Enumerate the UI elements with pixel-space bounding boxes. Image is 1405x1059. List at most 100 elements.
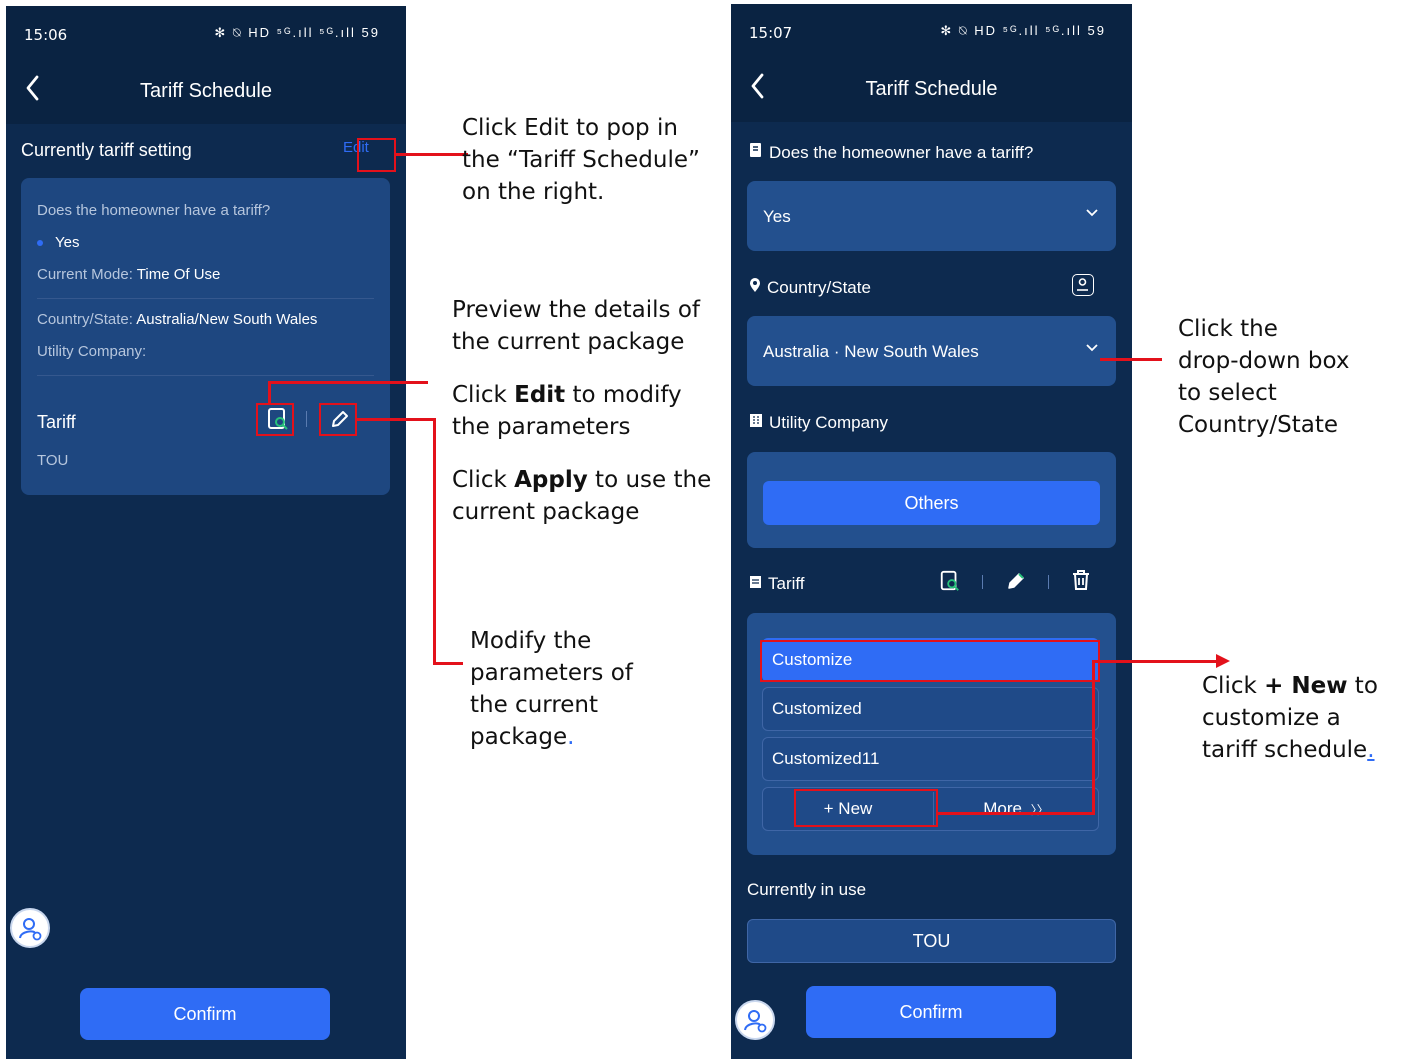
tariff-list-card: Customize Customized Customized11 + New … — [747, 613, 1116, 855]
status-time: 15:07 — [749, 24, 793, 42]
annotation-dropdown: Click the drop-down box to select Countr… — [1178, 313, 1349, 441]
question-text: Does the homeowner have a tariff? — [37, 202, 271, 219]
tariff-list-item-customized[interactable]: Customized — [762, 687, 1099, 731]
status-icons: ✻ ⍉ HD ⁵ᴳ.ıll ⁵ᴳ.ıll 59 — [214, 25, 380, 40]
icon-separator — [1048, 575, 1049, 589]
country-label: Country/State — [767, 277, 871, 297]
arrow-head — [1216, 654, 1230, 668]
annotation-line: current package — [452, 499, 640, 525]
current-mode-value: Time Of Use — [136, 266, 221, 283]
pencil-icon — [332, 411, 348, 427]
chevron-down-icon — [1086, 344, 1098, 352]
annotation-text: Click — [452, 382, 515, 408]
double-chevron-right-icon: 〉〉 — [1030, 803, 1049, 817]
annotation-text: . — [567, 724, 575, 750]
icon-separator — [982, 575, 983, 589]
tariff-label: Tariff — [37, 412, 76, 432]
annotation-bold: + New — [1264, 673, 1348, 699]
annotation-text: to — [1347, 673, 1378, 699]
user-gear-icon — [744, 1010, 767, 1033]
annotation-line: drop-down box — [1178, 348, 1350, 374]
answer-row: Yes — [37, 234, 79, 251]
preview-icon — [940, 570, 959, 591]
building-icon — [749, 413, 763, 433]
annotation-line: tariff schedule. — [1202, 734, 1378, 766]
question-label: Does the homeowner have a tariff? — [749, 142, 1033, 163]
utility-label-row: Utility Company — [749, 413, 888, 433]
annotation-text: to use the — [587, 467, 712, 493]
annotation-line: to select — [1178, 380, 1277, 406]
section-title: Currently tariff setting — [21, 140, 192, 160]
annotation-line: Country/State — [1178, 412, 1339, 438]
country-value: Australia/New South Wales — [136, 311, 318, 328]
utility-label: Utility Company — [769, 413, 889, 432]
preview-icon — [268, 408, 288, 430]
chevron-down-icon — [1086, 209, 1098, 217]
annotation-bold: Edit — [514, 382, 566, 408]
annotation-line: the current package — [452, 329, 685, 355]
annotation-line: Click Apply to use the — [452, 464, 711, 496]
preview-button[interactable] — [266, 407, 290, 431]
country-label-row: Country/State — [749, 277, 871, 298]
locate-button[interactable] — [1072, 274, 1094, 296]
right-phone-screen: 15:07 ✻ ⍉ HD ⁵ᴳ.ıll ⁵ᴳ.ıll 59 Tariff Sch… — [731, 4, 1132, 1059]
divider — [37, 375, 374, 376]
preview-button[interactable] — [939, 570, 961, 592]
new-tariff-button[interactable]: + New — [763, 788, 933, 830]
connector-line — [433, 662, 463, 665]
tariff-list-item-customize[interactable]: Customize — [762, 638, 1099, 682]
edit-link[interactable]: Edit — [343, 139, 369, 156]
country-select[interactable]: Australia · New South Wales — [747, 316, 1116, 386]
annotation-text: . — [1367, 737, 1375, 763]
user-settings-avatar[interactable] — [10, 908, 50, 948]
edit-tariff-button[interactable] — [329, 408, 351, 430]
country-label: Country/State: — [37, 311, 133, 328]
select-value: Yes — [763, 207, 791, 226]
utility-label: Utility Company: — [37, 343, 147, 360]
country-row: Country/State: Australia/New South Wales — [37, 311, 317, 328]
left-phone-screen: 15:06 ✻ ⍉ HD ⁵ᴳ.ıll ⁵ᴳ.ıll 59 Tariff Sch… — [6, 6, 406, 1059]
tariff-answer-select[interactable]: Yes — [747, 181, 1116, 251]
annotation-text: to modify — [565, 382, 682, 408]
more-button[interactable]: More 〉〉 — [934, 788, 1098, 830]
location-pin-icon — [749, 277, 761, 298]
annotation-line: the current — [470, 692, 599, 718]
icon-separator — [306, 411, 307, 427]
annotation-line: Modify the — [470, 628, 592, 654]
pencil-icon — [1008, 573, 1024, 589]
tariff-list-item-customized11[interactable]: Customized11 — [762, 737, 1099, 781]
current-in-use-value: TOU — [747, 919, 1116, 963]
utility-others-button[interactable]: Others — [763, 481, 1100, 525]
status-bar: 15:07 ✻ ⍉ HD ⁵ᴳ.ıll ⁵ᴳ.ıll 59 — [731, 4, 1132, 52]
annotation-line: customize a — [1202, 705, 1341, 731]
annotation-bold: Apply — [514, 467, 588, 493]
annotation-line: the parameters — [452, 414, 631, 440]
annotation-edit-params: Click Edit to modify the parameters — [452, 379, 682, 443]
page-title: Tariff Schedule — [140, 80, 272, 102]
annotation-text: Click — [1202, 673, 1265, 699]
confirm-button[interactable]: Confirm — [80, 988, 330, 1040]
nav-bar: Tariff Schedule — [6, 54, 406, 124]
divider — [37, 298, 374, 299]
tariff-actions-row: + New More 〉〉 — [762, 787, 1099, 831]
trash-icon — [1073, 570, 1089, 590]
delete-tariff-button[interactable] — [1071, 569, 1093, 593]
annotation-line: on the right. — [462, 179, 605, 205]
tariff-label-row: Tariff — [749, 574, 805, 594]
annotation-text: Click — [452, 467, 515, 493]
edit-tariff-button[interactable] — [1005, 570, 1027, 592]
confirm-button[interactable]: Confirm — [806, 986, 1056, 1038]
page-title: Tariff Schedule — [865, 78, 998, 100]
connector-line — [433, 418, 436, 665]
status-bar: 15:06 ✻ ⍉ HD ⁵ᴳ.ıll ⁵ᴳ.ıll 59 — [6, 6, 406, 54]
annotation-line: the “Tariff Schedule” — [462, 147, 700, 173]
annotation-line: Preview the details of — [452, 297, 701, 323]
annotation-line: Click Edit to pop in — [462, 115, 678, 141]
nav-bar: Tariff Schedule — [731, 52, 1132, 122]
annotation-line: Click + New to — [1202, 670, 1378, 702]
user-settings-avatar[interactable] — [735, 1000, 775, 1040]
more-label: More — [983, 799, 1022, 818]
question-text: Does the homeowner have a tariff? — [769, 142, 1034, 162]
annotation-edit-popup: Click Edit to pop in the “Tariff Schedul… — [462, 112, 700, 208]
location-icon — [1077, 278, 1088, 291]
